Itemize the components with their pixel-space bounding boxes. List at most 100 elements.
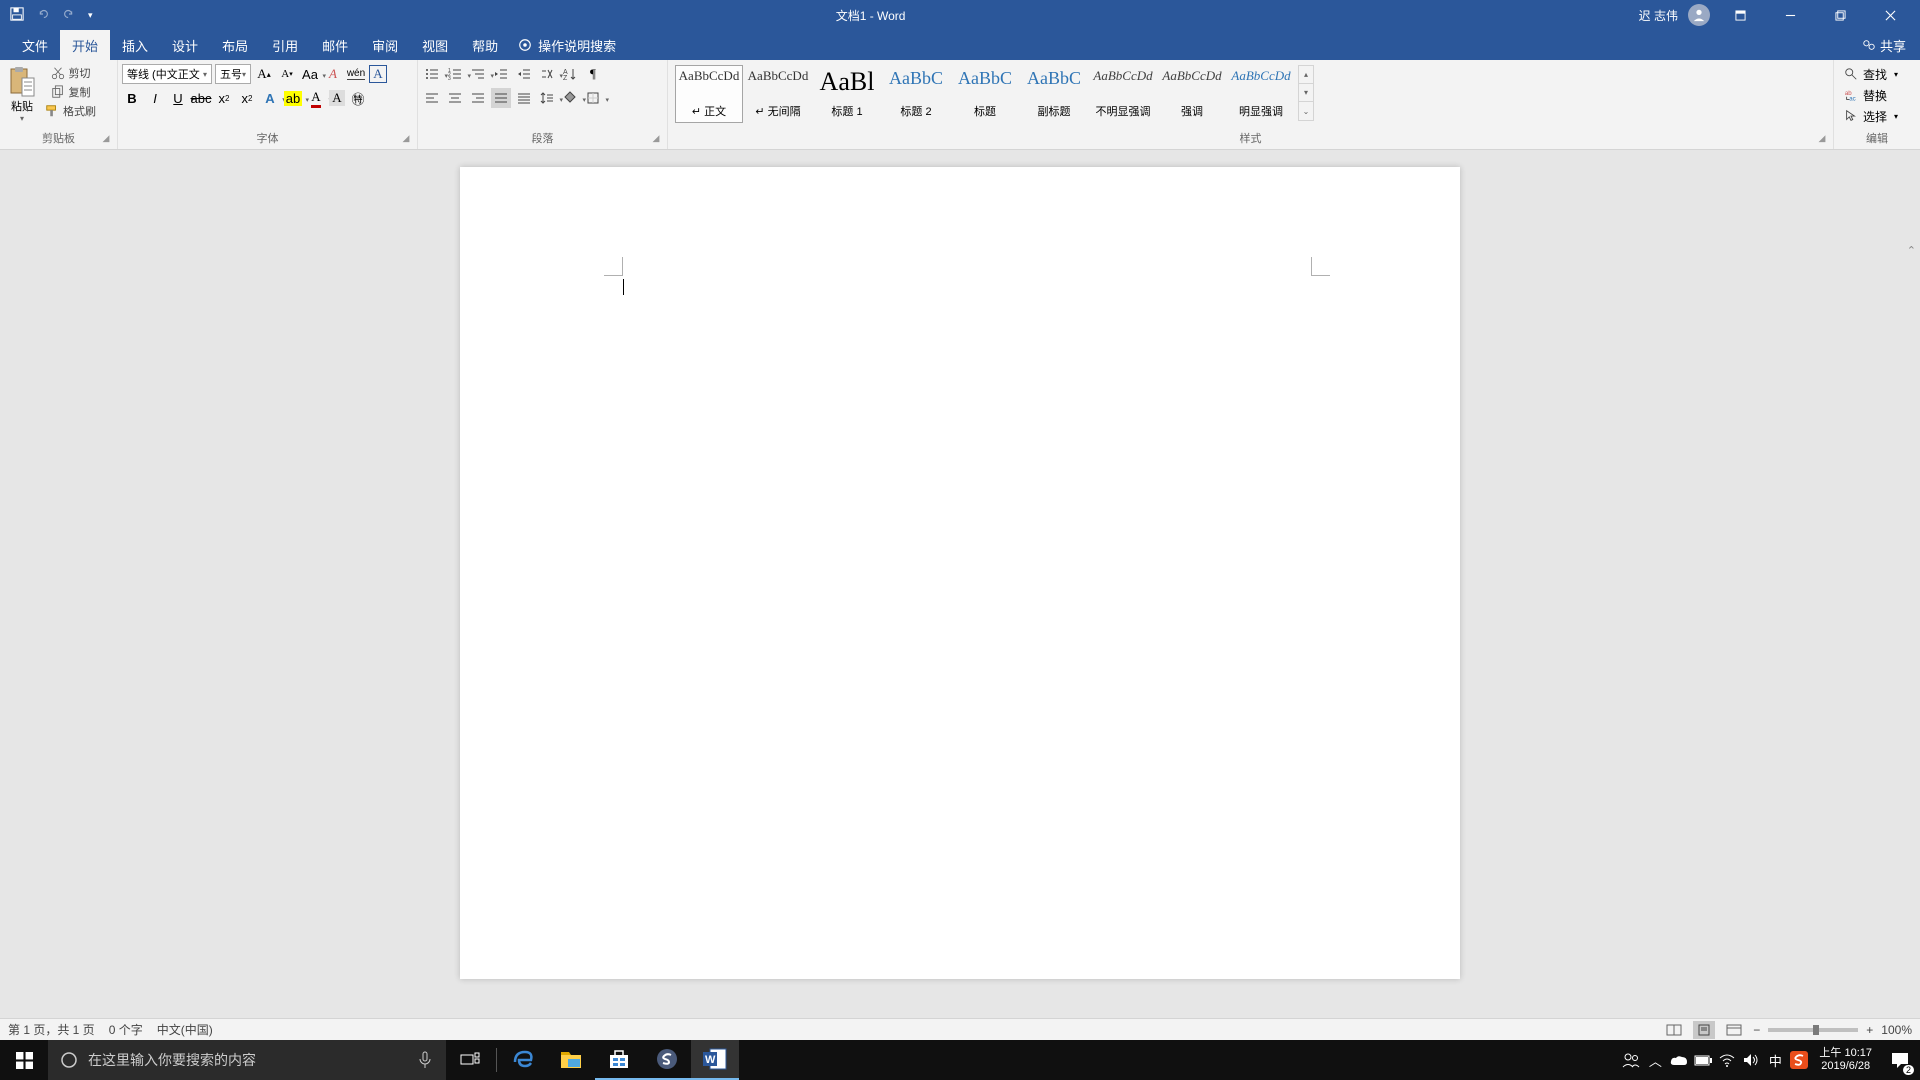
page-indicator[interactable]: 第 1 页，共 1 页 (8, 1021, 95, 1038)
edge-icon[interactable] (499, 1040, 547, 1080)
share-button[interactable]: 共享 (1848, 36, 1920, 55)
tray-chevron-icon[interactable]: ︿ (1643, 1040, 1667, 1080)
sogou-icon[interactable] (643, 1040, 691, 1080)
text-effects-icon[interactable]: A▾ (260, 88, 280, 108)
tab-帮助[interactable]: 帮助 (460, 30, 510, 60)
change-case-icon[interactable]: Aa▾ (300, 64, 320, 84)
clear-formatting-icon[interactable]: A (323, 64, 343, 84)
paragraph-launcher-icon[interactable]: ◢ (649, 133, 663, 147)
document-area[interactable]: ⌃ (0, 150, 1920, 1018)
borders-icon[interactable]: ▾ (583, 88, 603, 108)
italic-icon[interactable]: I (145, 88, 165, 108)
show-marks-icon[interactable]: ¶ (583, 64, 603, 84)
font-launcher-icon[interactable]: ◢ (399, 133, 413, 147)
start-button[interactable] (0, 1040, 48, 1080)
select-button[interactable]: 选择▾ (1844, 106, 1898, 126)
user-avatar[interactable] (1688, 4, 1710, 26)
style-正文[interactable]: AaBbCcDd↵ 正文 (675, 65, 743, 123)
save-icon[interactable] (10, 7, 24, 24)
bullets-icon[interactable]: ▾ (422, 64, 442, 84)
style-明显强调[interactable]: AaBbCcDd明显强调 (1227, 65, 1295, 123)
tab-审阅[interactable]: 审阅 (360, 30, 410, 60)
char-shading-icon[interactable]: A (329, 90, 345, 106)
zoom-slider[interactable] (1768, 1028, 1858, 1032)
mic-icon[interactable] (416, 1051, 434, 1069)
replace-button[interactable]: abac替换 (1844, 85, 1898, 105)
page[interactable] (460, 167, 1460, 979)
asian-layout-icon[interactable]: ▾ (537, 64, 557, 84)
highlight-icon[interactable]: ab▾ (283, 88, 303, 108)
word-icon[interactable]: W (691, 1040, 739, 1080)
increase-indent-icon[interactable] (514, 64, 534, 84)
language-indicator[interactable]: 中文(中国) (157, 1021, 213, 1038)
enclose-char-icon[interactable]: ㊕ (348, 88, 368, 108)
battery-icon[interactable] (1691, 1040, 1715, 1080)
tab-布局[interactable]: 布局 (210, 30, 260, 60)
distribute-icon[interactable] (514, 88, 534, 108)
zoom-level[interactable]: 100% (1881, 1023, 1912, 1037)
cut-button[interactable]: 剪切 (49, 64, 93, 82)
numbering-icon[interactable]: 123▾ (445, 64, 465, 84)
volume-icon[interactable] (1739, 1040, 1763, 1080)
close-button[interactable] (1870, 0, 1910, 30)
underline-icon[interactable]: U▾ (168, 88, 188, 108)
ime-sogou-icon[interactable] (1787, 1040, 1811, 1080)
tab-文件[interactable]: 文件 (10, 30, 60, 60)
read-mode-icon[interactable] (1663, 1021, 1685, 1039)
paste-button[interactable]: 粘贴 ▾ (4, 64, 40, 125)
strikethrough-icon[interactable]: abc (191, 88, 211, 108)
font-size-combo[interactable]: 五号▾ (215, 64, 251, 84)
format-painter-button[interactable]: 格式刷 (43, 102, 98, 120)
ime-indicator[interactable]: 中 (1763, 1040, 1787, 1080)
wifi-icon[interactable] (1715, 1040, 1739, 1080)
font-name-combo[interactable]: 等线 (中文正文▾ (122, 64, 212, 84)
style-标题 2[interactable]: AaBbC标题 2 (882, 65, 950, 123)
task-view-icon[interactable] (446, 1040, 494, 1080)
style-标题 1[interactable]: AaBl标题 1 (813, 65, 881, 123)
tab-插入[interactable]: 插入 (110, 30, 160, 60)
qat-customize-icon[interactable]: ▾ (88, 10, 93, 21)
tab-邮件[interactable]: 邮件 (310, 30, 360, 60)
people-icon[interactable] (1619, 1040, 1643, 1080)
taskbar-search[interactable]: 在这里输入你要搜索的内容 (48, 1040, 446, 1080)
print-layout-icon[interactable] (1693, 1021, 1715, 1039)
style-gallery-more[interactable]: ▴▾⌄ (1298, 65, 1314, 121)
zoom-in-icon[interactable]: + (1866, 1023, 1873, 1037)
decrease-indent-icon[interactable] (491, 64, 511, 84)
sort-icon[interactable]: AZ (560, 64, 580, 84)
styles-launcher-icon[interactable]: ◢ (1815, 133, 1829, 147)
style-副标题[interactable]: AaBbC副标题 (1020, 65, 1088, 123)
store-icon[interactable] (595, 1040, 643, 1080)
clock[interactable]: 上午 10:17 2019/6/28 (1811, 1047, 1880, 1073)
justify-icon[interactable] (491, 88, 511, 108)
phonetic-guide-icon[interactable]: wén (346, 64, 366, 84)
multilevel-list-icon[interactable]: ▾ (468, 64, 488, 84)
align-left-icon[interactable] (422, 88, 442, 108)
undo-icon[interactable] (36, 7, 50, 24)
tell-me-search[interactable]: 操作说明搜索 (518, 36, 616, 55)
onedrive-icon[interactable] (1667, 1040, 1691, 1080)
style-不明显强调[interactable]: AaBbCcDd不明显强调 (1089, 65, 1157, 123)
style-无间隔[interactable]: AaBbCcDd↵ 无间隔 (744, 65, 812, 123)
clipboard-launcher-icon[interactable]: ◢ (99, 133, 113, 147)
collapse-ribbon-icon[interactable]: ⌃ (1907, 244, 1916, 257)
minimize-button[interactable] (1770, 0, 1810, 30)
char-border-icon[interactable]: A (369, 65, 387, 83)
tab-引用[interactable]: 引用 (260, 30, 310, 60)
tab-开始[interactable]: 开始 (60, 30, 110, 60)
align-center-icon[interactable] (445, 88, 465, 108)
user-name[interactable]: 迟 志伟 (1639, 7, 1678, 24)
font-color-icon[interactable]: A▾ (306, 88, 326, 108)
tab-视图[interactable]: 视图 (410, 30, 460, 60)
align-right-icon[interactable] (468, 88, 488, 108)
redo-icon[interactable] (62, 7, 76, 24)
ribbon-display-icon[interactable] (1720, 0, 1760, 30)
zoom-out-icon[interactable]: − (1753, 1023, 1760, 1037)
style-强调[interactable]: AaBbCcDd强调 (1158, 65, 1226, 123)
copy-button[interactable]: 复制 (49, 83, 93, 101)
superscript-icon[interactable]: x2 (237, 88, 257, 108)
line-spacing-icon[interactable]: ▾ (537, 88, 557, 108)
grow-font-icon[interactable]: A▴ (254, 64, 274, 84)
web-layout-icon[interactable] (1723, 1021, 1745, 1039)
shrink-font-icon[interactable]: A▾ (277, 64, 297, 84)
